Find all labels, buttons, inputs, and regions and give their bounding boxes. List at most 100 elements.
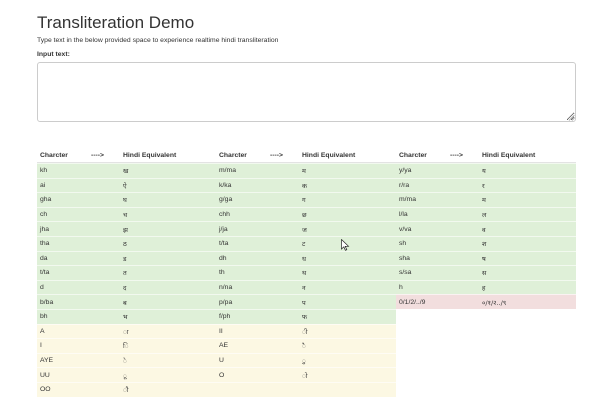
table-row: sh श xyxy=(396,235,576,251)
table-row: sha ष xyxy=(396,250,576,266)
hindi-cell: ०/१/२../९ xyxy=(482,298,507,307)
table-row: ch च xyxy=(37,206,217,222)
table-row: v/va व xyxy=(396,221,576,236)
hindi-cell: ब xyxy=(123,298,127,307)
hindi-cell: य xyxy=(482,167,486,176)
character-cell: l/la xyxy=(399,211,408,219)
hindi-cell: स xyxy=(482,269,487,278)
header-arrow: ----> xyxy=(450,151,464,159)
character-cell: y/ya xyxy=(399,167,412,175)
character-cell: I xyxy=(40,342,42,350)
page-description: Type text in the below provided space to… xyxy=(37,37,279,44)
character-cell: bh xyxy=(40,313,48,321)
table-row: Uु xyxy=(216,352,396,368)
character-cell: m/ma xyxy=(219,167,236,175)
header-hindi-equivalent: Hindi Equivalent xyxy=(302,151,356,159)
character-cell: dh xyxy=(219,254,227,262)
hindi-cell: ठ xyxy=(123,240,127,249)
table-row: Iि xyxy=(37,338,217,353)
character-cell: gha xyxy=(40,196,52,204)
character-cell: m/ma xyxy=(399,196,416,204)
table-row xyxy=(216,381,396,397)
character-cell: k/ka xyxy=(219,181,232,189)
table-row: hह xyxy=(396,279,576,295)
character-cell: U xyxy=(219,357,224,365)
hindi-cell: ा xyxy=(123,327,129,336)
hindi-cell: ख xyxy=(123,167,129,176)
hindi-cell: म xyxy=(482,196,486,205)
page-title: Transliteration Demo xyxy=(37,13,195,32)
table-row: Aा xyxy=(37,323,217,339)
character-cell: AYE xyxy=(40,357,54,365)
header-hindi-equivalent: Hindi Equivalent xyxy=(482,151,536,159)
hindi-cell: ि xyxy=(123,342,129,351)
table-row: UUू xyxy=(37,367,217,382)
table-row: b/ba ब xyxy=(37,294,217,309)
table-row: s/sa स xyxy=(396,265,576,280)
character-cell: chh xyxy=(219,211,230,219)
character-cell: 0/1/2/../9 xyxy=(399,298,426,306)
character-cell: UU xyxy=(40,371,50,379)
table-row: IIी xyxy=(216,323,396,339)
character-cell: sh xyxy=(399,240,407,248)
table-row: Oो xyxy=(216,367,396,382)
hindi-cell: फ xyxy=(302,313,308,322)
table-row: j/ja ज xyxy=(216,221,396,236)
hindi-cell: ज xyxy=(302,225,307,234)
input-textarea[interactable] xyxy=(37,62,576,122)
table-row: l/la ल xyxy=(396,206,576,222)
table-row: t/ta ट xyxy=(216,235,396,251)
input-label: Input text: xyxy=(37,51,70,58)
hindi-cell: ु xyxy=(302,357,306,366)
character-cell: t/ta xyxy=(40,269,50,277)
header-charcter: Charcter xyxy=(219,151,247,159)
character-cell: r/ra xyxy=(399,181,410,189)
header-arrow: ----> xyxy=(91,151,105,159)
header-charcter: Charcter xyxy=(399,151,427,159)
table-row: jha झ xyxy=(37,221,217,236)
character-cell: f/ph xyxy=(219,313,231,321)
character-cell: p/pa xyxy=(219,298,233,306)
hindi-cell: घ xyxy=(123,196,127,205)
table-row: t/ta त xyxy=(37,265,217,280)
character-cell: ch xyxy=(40,211,48,219)
hindi-cell: ऐ xyxy=(123,181,127,190)
hindi-cell: द xyxy=(123,284,127,293)
hindi-cell: प xyxy=(302,298,306,307)
character-cell: tha xyxy=(40,240,50,248)
character-cell: da xyxy=(40,254,48,262)
table-row: p/pa प xyxy=(216,294,396,309)
hindi-cell: व xyxy=(482,225,486,234)
character-cell: s/sa xyxy=(399,269,412,277)
hindi-cell: र xyxy=(482,181,485,190)
table-header: Charcter ----> Hindi Equivalent xyxy=(396,148,576,163)
table-row: dh ध xyxy=(216,250,396,266)
character-cell: b/ba xyxy=(40,298,54,306)
table-row: y/ya य xyxy=(396,163,576,178)
hindi-cell: क xyxy=(302,181,307,190)
header-charcter: Charcter xyxy=(40,151,68,159)
table-row: AEै xyxy=(216,338,396,353)
character-cell: OO xyxy=(40,386,51,394)
table-row: g/ga ग xyxy=(216,192,396,207)
table-row: k/ka क xyxy=(216,177,396,193)
hindi-cell: ष xyxy=(482,254,486,263)
character-cell: t/ta xyxy=(219,240,229,248)
resize-grip-icon[interactable] xyxy=(568,114,575,121)
character-cell: j/ja xyxy=(219,225,228,233)
hindi-cell: ध xyxy=(302,254,306,263)
character-cell: II xyxy=(219,327,223,335)
character-cell: h xyxy=(399,284,403,292)
table-row: AYEे xyxy=(37,352,217,368)
table-row: ai ऐ xyxy=(37,177,217,193)
hindi-cell: ू xyxy=(123,371,127,380)
table-row: f/ph फ xyxy=(216,308,396,324)
table-row: OOौ xyxy=(37,381,217,397)
table-header: Charcter ----> Hindi Equivalent xyxy=(216,148,396,163)
hindi-cell: म xyxy=(302,167,306,176)
hindi-cell: ड xyxy=(123,254,127,263)
hindi-cell: न xyxy=(302,284,306,293)
table-row: m/ma म xyxy=(216,163,396,178)
hindi-cell: श xyxy=(482,240,487,249)
hindi-cell: झ xyxy=(123,225,128,234)
